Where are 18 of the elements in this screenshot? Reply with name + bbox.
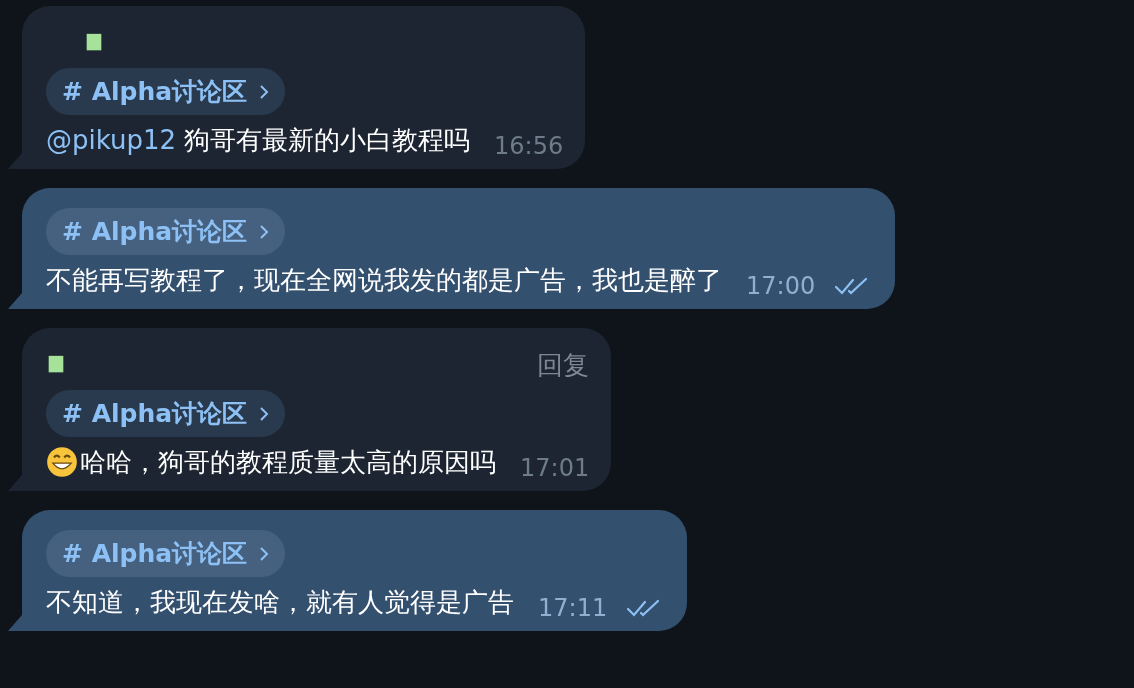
reply-button[interactable]: 回复 (537, 347, 590, 383)
message-time: 17:01 (520, 453, 590, 484)
message-time: 17:00 (746, 271, 816, 302)
message-time: 17:11 (538, 593, 608, 624)
chevron-icon (259, 545, 270, 562)
message-text: 狗哥有最新的小白教程吗 (184, 124, 471, 157)
message-time: 16:56 (494, 131, 564, 162)
mention-link[interactable]: @pikup12 (46, 121, 177, 159)
message-text: 哈哈，狗哥的教程质量太高的原因吗 (80, 446, 496, 479)
chevron-icon (259, 223, 270, 240)
message-text: 不能再写教程了，现在全网说我发的都是广告，我也是醉了 (46, 264, 722, 297)
message-text: 不知道，我现在发啥，就有人觉得是广告 (46, 586, 514, 619)
chevron-icon (259, 83, 270, 100)
topic-link[interactable]: # Alpha讨论区 (46, 530, 286, 577)
topic-link[interactable]: # Alpha讨论区 (46, 390, 286, 437)
topic-link[interactable]: # Alpha讨论区 (46, 68, 286, 115)
topic-link[interactable]: # Alpha讨论区 (46, 208, 286, 255)
chevron-icon (259, 405, 270, 422)
